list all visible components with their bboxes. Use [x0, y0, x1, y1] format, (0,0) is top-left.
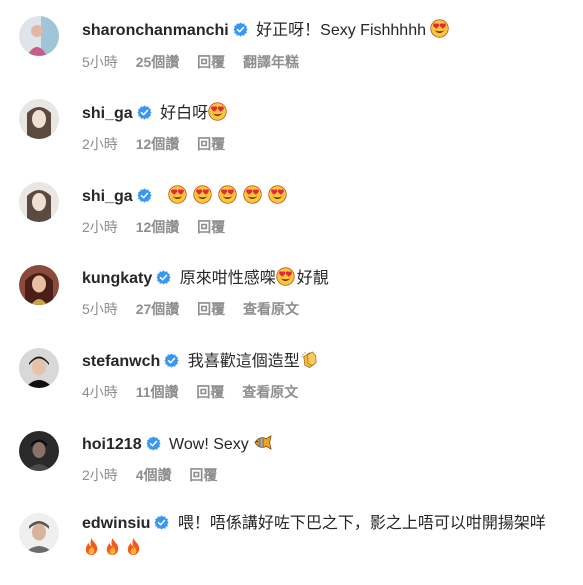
tropical-fish-emoji-icon — [253, 433, 272, 452]
see-original-link[interactable]: 查看原文 — [243, 301, 299, 317]
comment-item: shi_ga 好白呀 2小時 12個讚 回覆 — [0, 99, 583, 171]
verified-badge-icon — [137, 105, 152, 120]
avatar-image — [19, 99, 59, 139]
comment-body: kungkaty 原來咁性感㗎 好靚 — [82, 267, 329, 290]
likes-count[interactable]: 11個讚 — [136, 384, 179, 400]
username-link[interactable]: edwinsiu — [82, 515, 150, 532]
heart-eyes-emoji-icon — [430, 19, 449, 38]
comment-text: 原來咁性感㗎 — [179, 270, 276, 287]
likes-count[interactable]: 4個讚 — [136, 467, 172, 483]
likes-count[interactable]: 27個讚 — [136, 301, 180, 317]
reply-button[interactable]: 回覆 — [189, 467, 217, 483]
comment-text-after: 好靚 — [296, 270, 329, 287]
comment-time[interactable]: 5小時 — [82, 301, 118, 317]
username-link[interactable]: kungkaty — [82, 270, 152, 287]
fire-emoji-icon — [82, 537, 101, 556]
username-link[interactable]: sharonchanmanchi — [82, 22, 229, 39]
avatar[interactable] — [19, 513, 59, 553]
comment-text: 好白呀 — [160, 105, 209, 122]
comment-time[interactable]: 5小時 — [82, 54, 118, 70]
comment-item: stefanwch 我喜歡這個造型 4小時 11個讚 回覆 查看原文 — [0, 348, 583, 420]
heart-eyes-emoji-icon — [276, 267, 295, 286]
avatar[interactable] — [19, 348, 59, 388]
comment-item: hoi1218 Wow! Sexy 2小時 4個讚 回覆 — [0, 431, 583, 503]
comment-text: 我喜歡這個造型 — [187, 353, 300, 370]
comment-time[interactable]: 2小時 — [82, 219, 118, 235]
heart-eyes-emoji-icon — [208, 102, 227, 121]
reply-button[interactable]: 回覆 — [197, 219, 225, 235]
translate-link[interactable]: 翻譯年糕 — [243, 54, 299, 70]
heart-eyes-emoji-icon — [243, 185, 262, 204]
comment-meta: 2小時 12個讚 回覆 — [82, 218, 239, 236]
verified-badge-icon — [146, 436, 161, 451]
see-original-link[interactable]: 查看原文 — [242, 384, 298, 400]
username-link[interactable]: hoi1218 — [82, 436, 142, 453]
reply-button[interactable]: 回覆 — [197, 301, 225, 317]
username-link[interactable]: stefanwch — [82, 353, 160, 370]
likes-count[interactable]: 12個讚 — [136, 136, 180, 152]
likes-count[interactable]: 12個讚 — [136, 219, 180, 235]
comment-time[interactable]: 2小時 — [82, 136, 118, 152]
avatar[interactable] — [19, 182, 59, 222]
comment-emoji-row — [82, 537, 145, 560]
avatar-image — [19, 348, 59, 388]
clapping-hands-emoji-icon — [300, 350, 319, 369]
heart-eyes-emoji-icon — [168, 185, 187, 204]
reply-button[interactable]: 回覆 — [197, 54, 225, 70]
comment-meta: 5小時 27個讚 回覆 查看原文 — [82, 300, 313, 318]
comment-meta: 2小時 12個讚 回覆 — [82, 135, 239, 153]
comment-item: edwinsiu 喂！唔係講好咗下巴之下，影之上唔可以咁開揚架咩 — [0, 513, 583, 585]
avatar[interactable] — [19, 265, 59, 305]
comment-text: 喂！唔係講好咗下巴之下，影之上唔可以咁開揚架咩 — [177, 515, 546, 532]
avatar-image — [19, 513, 59, 553]
comment-body: shi_ga 好白呀 — [82, 102, 229, 125]
comment-meta: 2小時 4個讚 回覆 — [82, 466, 231, 484]
avatar-image — [19, 16, 59, 56]
comment-body: sharonchanmanchi 好正呀！Sexy Fishhhhh — [82, 19, 451, 42]
username-link[interactable]: shi_ga — [82, 105, 133, 122]
comment-body: stefanwch 我喜歡這個造型 — [82, 350, 321, 373]
comment-item: kungkaty 原來咁性感㗎 好靚 5小時 27個讚 回覆 查看原文 — [0, 265, 583, 337]
reply-button[interactable]: 回覆 — [196, 384, 224, 400]
comment-body: edwinsiu 喂！唔係講好咗下巴之下，影之上唔可以咁開揚架咩 — [82, 513, 562, 535]
comment-time[interactable]: 2小時 — [82, 467, 118, 483]
avatar[interactable] — [19, 431, 59, 471]
verified-badge-icon — [164, 353, 179, 368]
comment-text: Wow! Sexy — [169, 436, 249, 453]
avatar-image — [19, 265, 59, 305]
username-link[interactable]: shi_ga — [82, 188, 133, 205]
comment-item: sharonchanmanchi 好正呀！Sexy Fishhhhh 5小時 2… — [0, 16, 583, 88]
avatar-image — [19, 431, 59, 471]
fire-emoji-icon — [103, 537, 122, 556]
verified-badge-icon — [154, 515, 169, 530]
comment-item: shi_ga 2小時 12個讚 回覆 — [0, 182, 583, 254]
verified-badge-icon — [137, 188, 152, 203]
comment-meta: 5小時 25個讚 回覆 翻譯年糕 — [82, 53, 313, 71]
comment-time[interactable]: 4小時 — [82, 384, 118, 400]
comment-body: hoi1218 Wow! Sexy — [82, 433, 274, 456]
verified-badge-icon — [233, 22, 248, 37]
comment-body: shi_ga — [82, 185, 289, 208]
avatar-image — [19, 182, 59, 222]
likes-count[interactable]: 25個讚 — [136, 54, 180, 70]
verified-badge-icon — [156, 270, 171, 285]
reply-button[interactable]: 回覆 — [197, 136, 225, 152]
comment-text: 好正呀！Sexy Fishhhhh — [256, 22, 426, 39]
avatar[interactable] — [19, 99, 59, 139]
fire-emoji-icon — [124, 537, 143, 556]
comment-meta: 4小時 11個讚 回覆 查看原文 — [82, 383, 312, 401]
heart-eyes-emoji-icon — [218, 185, 237, 204]
avatar[interactable] — [19, 16, 59, 56]
heart-eyes-emoji-icon — [268, 185, 287, 204]
heart-eyes-emoji-icon — [193, 185, 212, 204]
